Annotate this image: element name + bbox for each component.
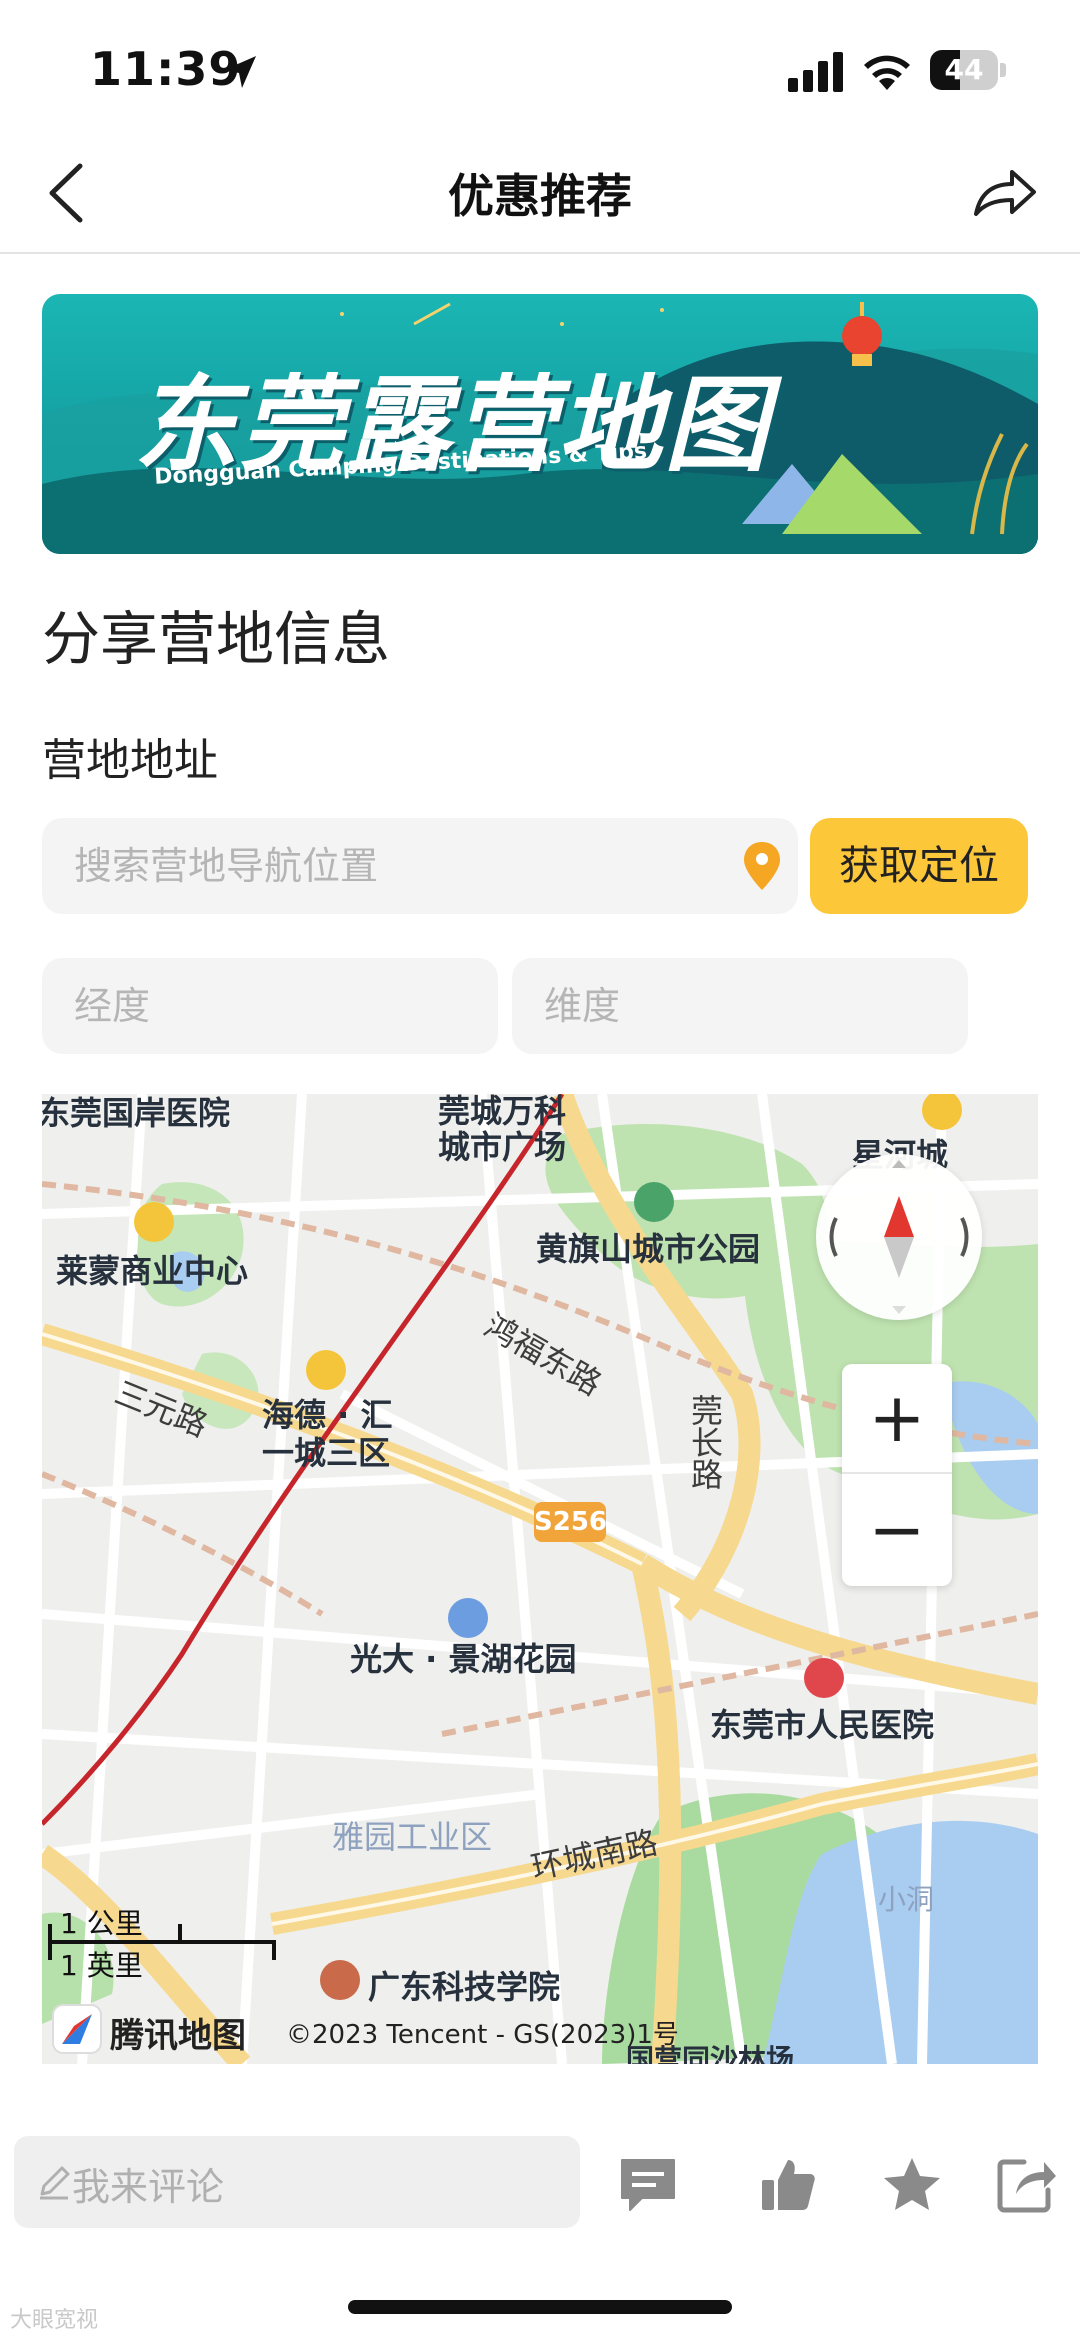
map-label-laimeng-center: 莱蒙商业中心 xyxy=(56,1252,249,1290)
thumbs-up-icon[interactable] xyxy=(756,2154,820,2214)
comment-placeholder: 我来评论 xyxy=(72,2165,225,2209)
watermark: 大眼宽视 xyxy=(10,2308,99,2333)
wifi-icon xyxy=(864,55,910,90)
page-title: 优惠推荐 xyxy=(448,169,632,223)
tencent-map-text: 腾讯地图 xyxy=(110,2016,246,2056)
address-search-box xyxy=(42,818,798,914)
map-view[interactable]: 东莞国岸医院 莞城万科 城市广场 星河城 莱蒙商业中心 黄旗山城市公园 海德 ·… xyxy=(42,1094,1038,2064)
latitude-input[interactable] xyxy=(512,958,968,1054)
zoom-in-button[interactable]: + xyxy=(842,1364,952,1474)
map-label-yayuan-industrial: 雅园工业区 xyxy=(332,1818,493,1856)
latitude-box xyxy=(512,958,968,1054)
longitude-input[interactable] xyxy=(42,958,498,1054)
share-arrow-icon[interactable] xyxy=(970,160,1040,224)
map-compass[interactable] xyxy=(816,1154,982,1320)
tencent-map-logo-icon xyxy=(52,2004,102,2054)
residential-poi-icon[interactable] xyxy=(448,1598,488,1638)
scale-mi-label: 1 英里 xyxy=(60,1949,143,1982)
map-label-dongguan-peoples-hospital: 东莞市人民医院 xyxy=(710,1706,935,1744)
park-poi-icon[interactable] xyxy=(634,1182,674,1222)
road-label-guanchang: 莞长路 xyxy=(686,1394,724,1490)
location-arrow-icon xyxy=(224,56,256,88)
hospital-poi-icon[interactable] xyxy=(804,1658,844,1698)
cellular-signal-icon xyxy=(788,52,843,92)
get-location-button[interactable]: 获取定位 xyxy=(810,818,1028,914)
tencent-map-logo: 腾讯地图 xyxy=(48,2002,268,2058)
route-badge-s256: S256 xyxy=(534,1502,607,1542)
map-label-guangda-jinghu: 光大 · 景湖花园 xyxy=(350,1640,577,1678)
map-label-huangqishan-park: 黄旗山城市公园 xyxy=(536,1230,761,1268)
comment-bubble-icon[interactable] xyxy=(616,2154,680,2214)
star-icon[interactable] xyxy=(880,2154,944,2214)
longitude-box xyxy=(42,958,498,1054)
map-label-xiaodong: 小洞 xyxy=(878,1883,935,1916)
address-search-input[interactable] xyxy=(42,818,732,914)
address-label: 营地地址 xyxy=(42,735,218,786)
zoom-out-button[interactable]: − xyxy=(842,1476,952,1586)
map-label-guangdong-keji: 广东科技学院 xyxy=(368,1968,561,2006)
map-scale-bar: 1 公里 1 英里 xyxy=(46,1902,276,1982)
map-copyright: ©2023 Tencent - GS(2023)1号 xyxy=(286,2020,679,2050)
share-out-icon[interactable] xyxy=(994,2154,1058,2214)
camping-map-banner[interactable]: 东莞露营地图 Dongguan Camping Destinations & T… xyxy=(42,294,1038,554)
hotel-poi-icon[interactable] xyxy=(134,1202,174,1242)
status-bar: 11:39 44 xyxy=(0,0,1080,130)
school-poi-icon[interactable] xyxy=(320,1960,360,2000)
map-label-city-plaza: 城市广场 xyxy=(438,1128,567,1166)
status-time: 11:39 xyxy=(90,42,242,96)
map-zoom-controls: + − xyxy=(842,1364,952,1586)
section-title: 分享营地信息 xyxy=(42,605,391,673)
home-indicator xyxy=(348,2300,732,2314)
pencil-icon xyxy=(40,2166,70,2200)
battery-level: 44 xyxy=(944,53,984,86)
map-label-dongguan-guoji-hospital: 东莞国岸医院 xyxy=(42,1094,231,1132)
battery-indicator: 44 xyxy=(930,50,1006,90)
map-label-yicheng-sanqu: 一城三区 xyxy=(262,1434,391,1472)
navigation-bar: 优惠推荐 xyxy=(0,130,1080,254)
compass-icon xyxy=(829,1160,969,1314)
location-pin-icon[interactable] xyxy=(742,840,782,892)
comment-input[interactable]: 我来评论 xyxy=(14,2136,580,2228)
hotel-poi-icon[interactable] xyxy=(306,1350,346,1390)
scale-km-label: 1 公里 xyxy=(60,1907,143,1940)
